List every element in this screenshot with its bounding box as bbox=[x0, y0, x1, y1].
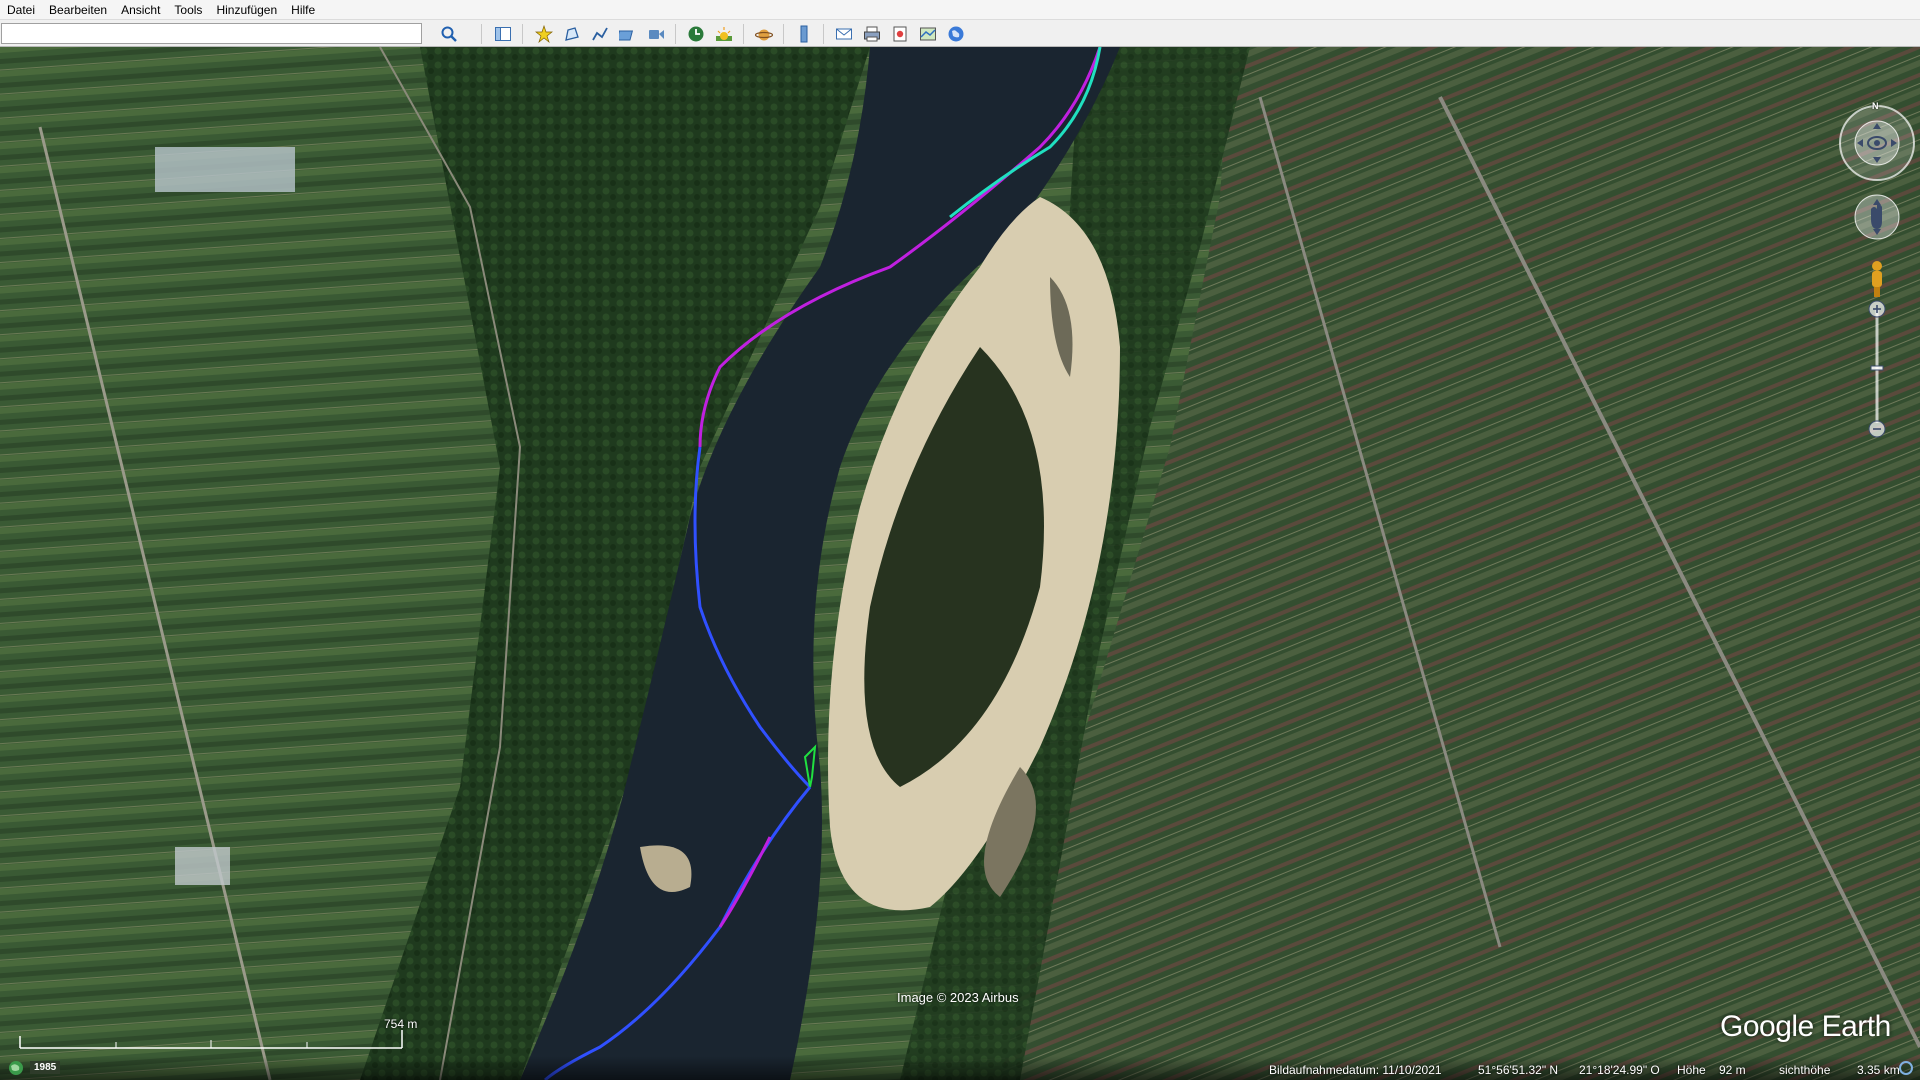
menu-hilfe[interactable]: Hilfe bbox=[284, 0, 322, 20]
menu-bearbeiten[interactable]: Bearbeiten bbox=[42, 0, 114, 20]
add-polygon-icon bbox=[565, 27, 579, 41]
scale-label: 754 m bbox=[384, 1017, 418, 1031]
add-overlay-button[interactable] bbox=[616, 23, 640, 45]
ruler-button[interactable] bbox=[792, 23, 816, 45]
menu-datei[interactable]: Datei bbox=[0, 0, 42, 20]
longitude-readout: 21°18'24.99" O bbox=[1579, 1063, 1660, 1077]
status-bar: 1985 Bildaufnahmedatum: 11/10/2021 51°56… bbox=[0, 1056, 1920, 1080]
menu-tools[interactable]: Tools bbox=[167, 0, 209, 20]
sidebar-toggle-icon bbox=[495, 27, 511, 41]
map-view[interactable]: N Image © 2023 Airbus Google Earth bbox=[0, 47, 1920, 1080]
eye-altitude-label: sichthöhe bbox=[1779, 1063, 1831, 1077]
toolbar bbox=[0, 20, 1920, 47]
look-joystick[interactable] bbox=[1838, 101, 1916, 179]
elevation-value: 92 m bbox=[1719, 1063, 1746, 1077]
image-attribution: Image © 2023 Airbus bbox=[897, 990, 1019, 1005]
streaming-indicator-icon bbox=[1899, 1061, 1913, 1075]
record-tour-button[interactable] bbox=[644, 23, 668, 45]
imagery-date: Bildaufnahmedatum: 11/10/2021 bbox=[1269, 1063, 1442, 1077]
move-joystick[interactable] bbox=[1855, 197, 1899, 241]
historical-year-badge[interactable]: 1985 bbox=[30, 1061, 61, 1074]
add-placemark-icon bbox=[535, 25, 553, 43]
email-icon bbox=[836, 28, 852, 40]
historical-imagery-button[interactable] bbox=[684, 23, 708, 45]
menu-ansicht[interactable]: Ansicht bbox=[114, 0, 167, 20]
zoom-slider[interactable] bbox=[1867, 301, 1889, 437]
search-input[interactable] bbox=[1, 23, 422, 44]
email-button[interactable] bbox=[832, 23, 856, 45]
add-path-icon bbox=[592, 27, 608, 41]
sunlight-button[interactable] bbox=[712, 23, 736, 45]
google-earth-button[interactable] bbox=[944, 23, 968, 45]
elevation-label: Höhe bbox=[1677, 1063, 1706, 1077]
street-view-pegman[interactable] bbox=[1867, 257, 1889, 303]
google-earth-icon bbox=[948, 26, 964, 42]
scale-bar bbox=[19, 1030, 403, 1049]
add-overlay-icon bbox=[619, 30, 634, 41]
satellite-imagery bbox=[0, 47, 1920, 1080]
save-image-button[interactable] bbox=[888, 23, 912, 45]
sidebar-toggle-button[interactable] bbox=[491, 23, 515, 45]
historical-imagery-icon bbox=[688, 26, 704, 42]
sunlight-icon bbox=[716, 27, 732, 41]
globe-icon bbox=[9, 1061, 23, 1075]
view-in-maps-button[interactable] bbox=[916, 23, 940, 45]
search-icon bbox=[441, 26, 457, 42]
eye-altitude-value: 3.35 km bbox=[1857, 1063, 1900, 1077]
add-placemark-button[interactable] bbox=[532, 23, 556, 45]
menu-bar: Datei Bearbeiten Ansicht Tools Hinzufüge… bbox=[0, 0, 1920, 20]
switch-to-sky-icon bbox=[755, 29, 773, 41]
switch-to-sky-button[interactable] bbox=[752, 23, 776, 45]
record-tour-icon bbox=[649, 30, 664, 39]
menu-hinzufuegen[interactable]: Hinzufügen bbox=[209, 0, 284, 20]
save-image-icon bbox=[893, 26, 907, 42]
print-button[interactable] bbox=[860, 23, 884, 45]
print-icon bbox=[864, 26, 880, 42]
add-polygon-button[interactable] bbox=[560, 23, 584, 45]
search-button[interactable] bbox=[437, 23, 461, 45]
add-path-button[interactable] bbox=[588, 23, 612, 45]
view-in-maps-icon bbox=[920, 27, 936, 41]
ruler-icon bbox=[800, 25, 808, 43]
google-earth-logo: Google Earth bbox=[1720, 1010, 1891, 1043]
latitude-readout: 51°56'51.32" N bbox=[1478, 1063, 1559, 1077]
